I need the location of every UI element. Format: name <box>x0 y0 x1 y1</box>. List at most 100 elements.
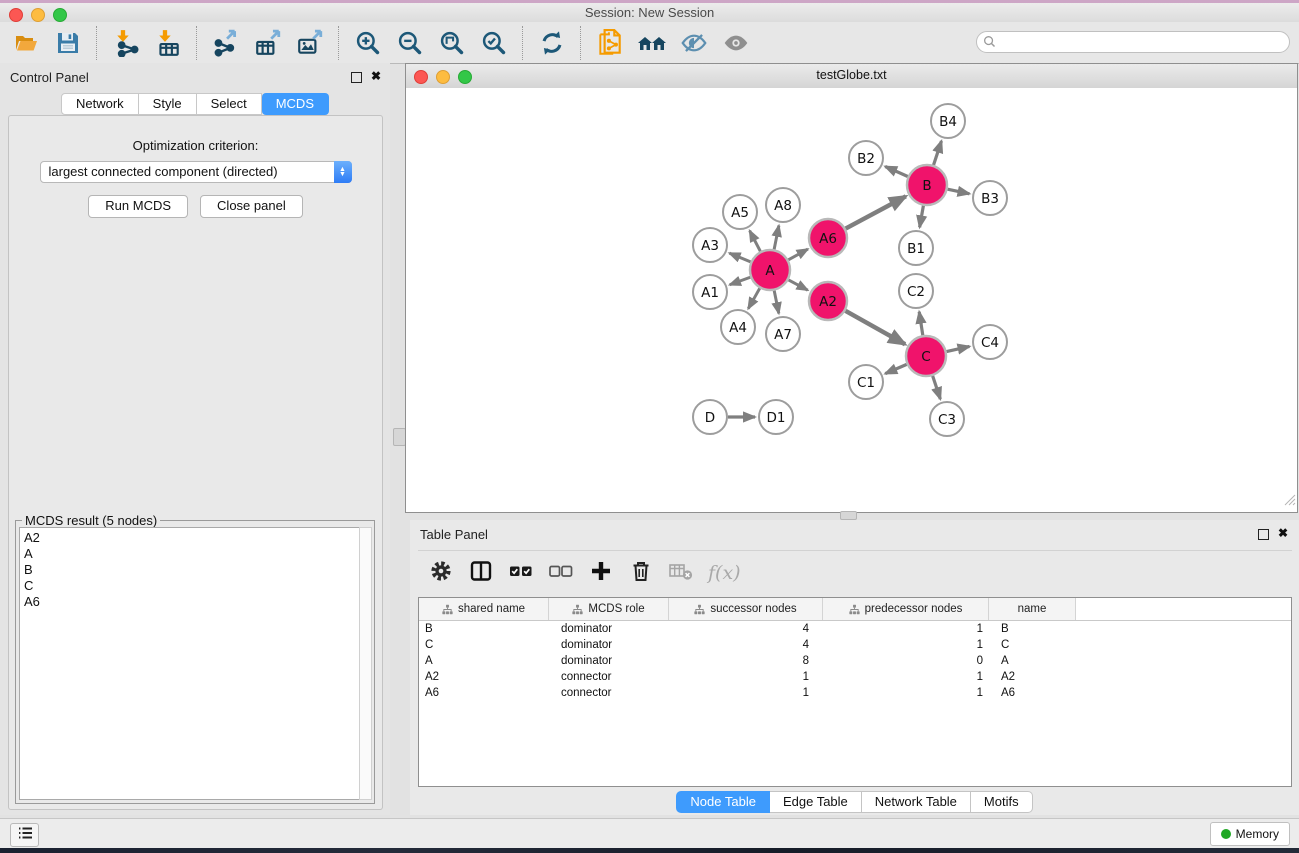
cell-shared_name[interactable]: A6 <box>419 685 549 701</box>
export-table-button[interactable] <box>250 26 286 60</box>
cell-mcds_role[interactable]: connector <box>549 669 669 685</box>
delete-columns-button[interactable] <box>626 558 656 588</box>
result-item[interactable]: A6 <box>24 594 355 610</box>
cell-predecessor[interactable]: 1 <box>823 685 989 701</box>
tab-mcds[interactable]: MCDS <box>262 93 329 115</box>
cell-successor[interactable]: 1 <box>669 669 823 685</box>
criterion-dropdown[interactable]: largest connected component (directed) ▲… <box>40 161 352 183</box>
hide-all-columns-button[interactable] <box>546 558 576 588</box>
table-row[interactable]: Cdominator41C <box>419 637 1291 653</box>
edge-A-A6[interactable] <box>788 249 807 260</box>
edge-C-C4[interactable] <box>947 346 970 351</box>
table-settings-button[interactable] <box>426 558 456 588</box>
edge-B-B2[interactable] <box>885 166 908 176</box>
table-row[interactable]: A2connector11A2 <box>419 669 1291 685</box>
edge-A-A3[interactable] <box>729 253 750 262</box>
table-row[interactable]: Bdominator41B <box>419 621 1291 637</box>
tab-network[interactable]: Network <box>61 93 139 115</box>
cell-name[interactable]: A <box>989 653 1076 669</box>
create-new-column-button[interactable] <box>586 558 616 588</box>
zoom-out-button[interactable] <box>392 26 428 60</box>
tab-style[interactable]: Style <box>139 93 197 115</box>
edge-C-C2[interactable] <box>919 312 923 335</box>
column-header-successor-nodes[interactable]: successor nodes <box>669 598 823 620</box>
zoom-fit-button[interactable] <box>434 26 470 60</box>
search-input[interactable] <box>976 31 1290 53</box>
cell-mcds_role[interactable]: dominator <box>549 637 669 653</box>
edge-B-B1[interactable] <box>920 206 924 228</box>
result-item[interactable]: A <box>24 546 355 562</box>
edge-A-A2[interactable] <box>789 280 808 290</box>
result-item[interactable]: B <box>24 562 355 578</box>
edge-A-A4[interactable] <box>748 288 759 308</box>
cell-shared_name[interactable]: A2 <box>419 669 549 685</box>
cell-successor[interactable]: 1 <box>669 685 823 701</box>
edge-A-A7[interactable] <box>774 291 779 314</box>
edge-A6-B[interactable] <box>846 196 906 228</box>
edge-B-B3[interactable] <box>948 189 970 194</box>
float-panel-icon[interactable] <box>1258 529 1269 540</box>
edge-C-C1[interactable] <box>885 364 906 373</box>
show-all-columns-button[interactable] <box>506 558 536 588</box>
tab-motifs[interactable]: Motifs <box>971 791 1033 813</box>
zoom-in-button[interactable] <box>350 26 386 60</box>
edge-B-B4[interactable] <box>934 141 942 165</box>
network-canvas[interactable]: AA1A2A3A4A5A6A7A8BB1B2B3B4CC1C2C3C4DD1 <box>406 88 1297 512</box>
column-header-MCDS-role[interactable]: MCDS role <box>549 598 669 620</box>
apply-layout-button[interactable] <box>534 26 570 60</box>
result-item[interactable]: A2 <box>24 530 355 546</box>
import-network-button[interactable] <box>108 26 144 60</box>
cell-mcds_role[interactable]: dominator <box>549 653 669 669</box>
memory-button[interactable]: Memory <box>1210 822 1290 846</box>
show-panels-button[interactable] <box>10 823 39 847</box>
result-scrollbar[interactable] <box>359 527 372 800</box>
show-graphics-details-button[interactable] <box>718 26 754 60</box>
cell-name[interactable]: C <box>989 637 1076 653</box>
zoom-selected-button[interactable] <box>476 26 512 60</box>
cell-predecessor[interactable]: 1 <box>823 669 989 685</box>
run-mcds-button[interactable]: Run MCDS <box>88 195 188 218</box>
split-panel-button[interactable] <box>466 558 496 588</box>
table-row[interactable]: A6connector11A6 <box>419 685 1291 701</box>
cell-mcds_role[interactable]: dominator <box>549 621 669 637</box>
mcds-result-list[interactable]: A2ABCA6 <box>19 527 360 800</box>
edge-A-A5[interactable] <box>750 231 761 252</box>
tab-select[interactable]: Select <box>197 93 262 115</box>
cell-predecessor[interactable]: 0 <box>823 653 989 669</box>
cell-predecessor[interactable]: 1 <box>823 621 989 637</box>
cell-successor[interactable]: 4 <box>669 637 823 653</box>
export-network-button[interactable] <box>208 26 244 60</box>
close-panel-icon[interactable]: ✖ <box>371 69 381 83</box>
close-panel-button[interactable]: Close panel <box>200 195 303 218</box>
table-row[interactable]: Adominator80A <box>419 653 1291 669</box>
tab-network-table[interactable]: Network Table <box>862 791 971 813</box>
export-image-button[interactable] <box>292 26 328 60</box>
cell-shared_name[interactable]: C <box>419 637 549 653</box>
new-network-from-file-button[interactable] <box>592 26 628 60</box>
cell-shared_name[interactable]: B <box>419 621 549 637</box>
tab-node-table[interactable]: Node Table <box>676 791 770 813</box>
cell-name[interactable]: A2 <box>989 669 1076 685</box>
delete-table-button[interactable] <box>666 558 696 588</box>
resize-grip-icon[interactable] <box>1284 493 1296 511</box>
function-builder-button[interactable]: f(x) <box>708 562 741 584</box>
save-session-button[interactable] <box>50 26 86 60</box>
edge-A-A8[interactable] <box>774 226 779 250</box>
column-header-name[interactable]: name <box>989 598 1076 620</box>
edge-A-A1[interactable] <box>730 277 751 285</box>
float-panel-icon[interactable] <box>351 72 362 83</box>
cell-name[interactable]: A6 <box>989 685 1076 701</box>
network-window-titlebar[interactable]: testGlobe.txt <box>406 64 1297 89</box>
import-table-button[interactable] <box>150 26 186 60</box>
edge-C-C3[interactable] <box>933 376 941 399</box>
cell-mcds_role[interactable]: connector <box>549 685 669 701</box>
cell-successor[interactable]: 4 <box>669 621 823 637</box>
open-session-button[interactable] <box>8 26 44 60</box>
cell-name[interactable]: B <box>989 621 1076 637</box>
column-header-shared-name[interactable]: shared name <box>419 598 549 620</box>
hide-graphics-details-button[interactable] <box>676 26 712 60</box>
column-header-predecessor-nodes[interactable]: predecessor nodes <box>823 598 989 620</box>
horizontal-splitter-handle[interactable] <box>840 511 857 520</box>
close-panel-icon[interactable]: ✖ <box>1278 526 1288 540</box>
cell-successor[interactable]: 8 <box>669 653 823 669</box>
